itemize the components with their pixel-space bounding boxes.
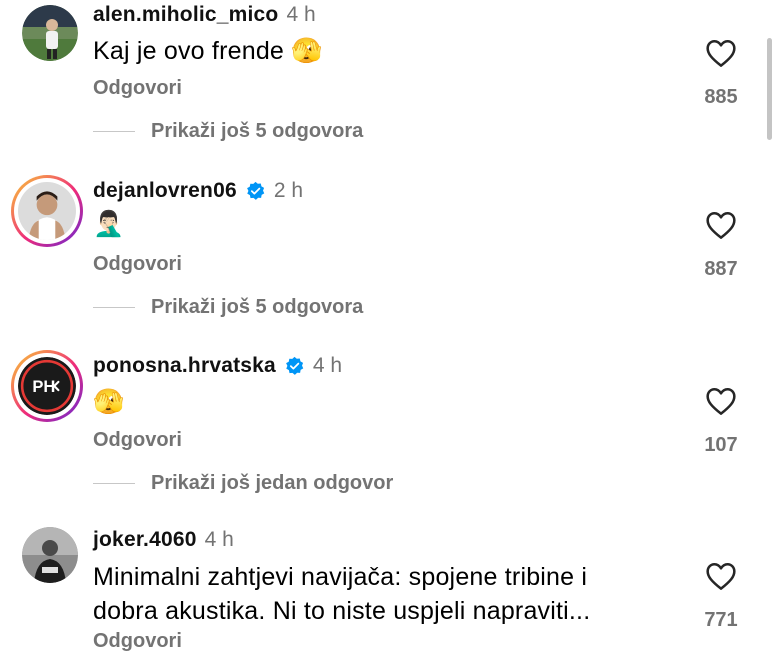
username[interactable]: dejanlovren06 [93,179,237,203]
comment-time: 4 h [312,354,343,377]
view-replies-label: Prikaži još 5 odgovora [151,120,364,142]
heart-outline-icon [706,563,736,590]
like-button[interactable]: 887 [692,210,750,281]
avatar-photo [22,5,78,61]
username[interactable]: alen.miholic_mico [93,3,278,27]
comment-time: 4 h [286,3,316,26]
comment-text: 🫣 [93,387,125,416]
scrollbar-thumb[interactable] [767,38,772,140]
like-count: 885 [704,86,738,108]
comment-text-line: dobra akustika. Ni to niste uspjeli napr… [93,597,591,625]
username[interactable]: ponosna.hrvatska [93,354,276,378]
like-button[interactable]: 107 [692,386,750,457]
comment-time: 2 h [273,179,304,202]
comment-text: Minimalni zahtjevi navijača: spojene tri… [93,560,590,628]
verified-badge-icon [286,356,304,375]
view-replies-button[interactable]: Prikaži još 5 odgovora [93,296,363,319]
comment-time: 4 h [204,528,234,551]
comment-header: joker.4060 4 h [93,528,234,552]
like-count: 107 [704,434,738,456]
comments-list: alen.miholic_mico 4 h Kaj je ovo frende … [0,0,776,672]
avatar[interactable] [22,527,78,583]
comment-text: Kaj je ovo frende 🫣 [93,37,323,65]
comment-header: dejanlovren06 2 h [93,179,303,203]
reply-button[interactable]: Odgovori [93,429,182,452]
avatar-photo [22,527,78,583]
verified-badge-icon [246,181,265,200]
view-replies-label: Prikaži još jedan odgovor [151,472,394,494]
avatar-photo: PH [18,357,76,415]
avatar-with-story-ring[interactable] [11,175,83,247]
comment-text: 🤦🏻‍♂️ [93,209,125,238]
divider-line [93,307,135,308]
like-count: 771 [704,609,738,631]
reply-button[interactable]: Odgovori [93,253,182,276]
avatar-logo-text: PH [32,377,55,396]
like-count: 887 [704,258,738,280]
divider-line [93,483,135,484]
divider-line [93,131,135,132]
reply-button[interactable]: Odgovori [93,630,182,653]
view-replies-label: Prikaži još 5 odgovora [151,296,364,318]
view-replies-button[interactable]: Prikaži još jedan odgovor [93,472,393,495]
avatar-photo [18,182,76,240]
avatar-with-story-ring[interactable]: PH [11,350,83,422]
like-button[interactable]: 885 [692,38,750,109]
heart-outline-icon [706,212,736,239]
heart-outline-icon [706,40,736,67]
view-replies-button[interactable]: Prikaži još 5 odgovora [93,120,363,143]
like-button[interactable]: 771 [692,561,750,632]
reply-button[interactable]: Odgovori [93,77,182,100]
comment-text-line: Minimalni zahtjevi navijača: spojene tri… [93,563,588,591]
comment-header: ponosna.hrvatska 4 h [93,354,342,378]
avatar[interactable] [22,5,78,61]
comment-header: alen.miholic_mico 4 h [93,3,316,27]
username[interactable]: joker.4060 [93,528,197,552]
heart-outline-icon [706,388,736,415]
